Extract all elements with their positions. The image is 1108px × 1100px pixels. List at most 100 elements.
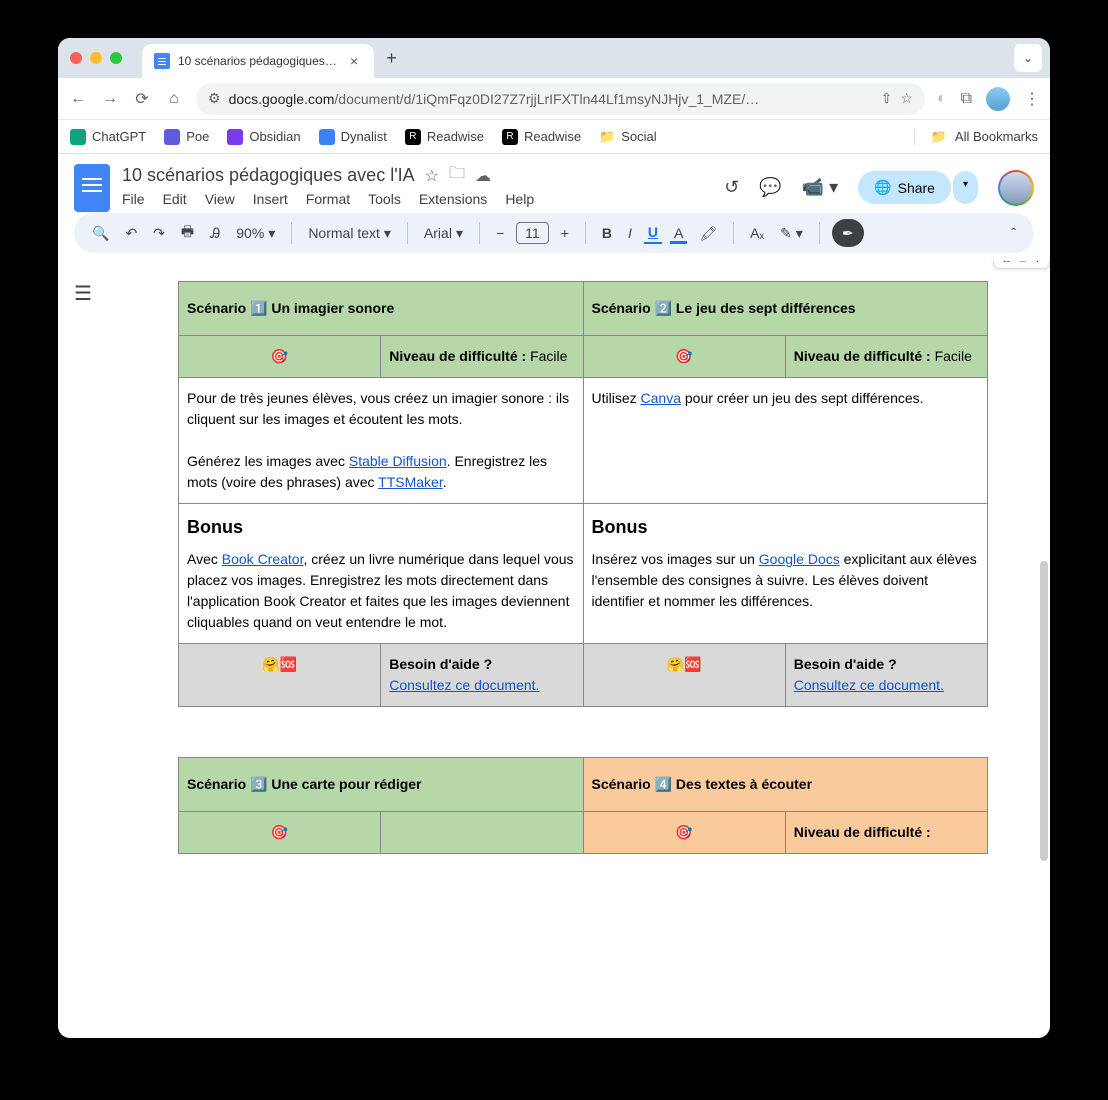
star-icon[interactable]: ☆ bbox=[425, 166, 439, 186]
maximize-window[interactable] bbox=[110, 52, 122, 64]
tab-strip: 10 scénarios pédagogiques a… × + ⌄ bbox=[58, 38, 1050, 78]
scenario-1-bonus: Bonus Avec Book Creator, créez un livre … bbox=[179, 504, 584, 644]
menu-insert[interactable]: Insert bbox=[253, 191, 288, 207]
search-icon[interactable]: 🔍 bbox=[88, 223, 113, 244]
increase-font[interactable]: + bbox=[557, 223, 573, 243]
highlight-button[interactable]: 🖍 bbox=[695, 223, 721, 244]
reload-button[interactable]: ⟳ bbox=[132, 89, 152, 109]
extension-icon[interactable]: ◐ bbox=[937, 90, 947, 108]
document-page[interactable]: ⠿≡+ Scénario 1️⃣ Un imagier sonore Scéna… bbox=[178, 261, 988, 1017]
extensions-menu-icon[interactable]: ⧉ bbox=[961, 90, 972, 108]
sos-icon: 🤗🆘 bbox=[179, 644, 381, 707]
share-url-icon[interactable]: ⇧ bbox=[881, 90, 893, 107]
link-stable-diffusion[interactable]: Stable Diffusion bbox=[349, 453, 447, 469]
spellcheck-icon[interactable]: Ꭿ bbox=[206, 223, 224, 244]
close-window[interactable] bbox=[70, 52, 82, 64]
redo-icon[interactable]: ↷ bbox=[149, 223, 169, 244]
meet-icon[interactable]: 📹 ▾ bbox=[802, 177, 838, 198]
menu-view[interactable]: View bbox=[205, 191, 235, 207]
back-button[interactable]: ← bbox=[68, 90, 88, 108]
drag-icon: ⠿ bbox=[1002, 261, 1011, 266]
profile-avatar[interactable] bbox=[986, 87, 1010, 111]
menu-extensions[interactable]: Extensions bbox=[419, 191, 487, 207]
address-bar: ← → ⟳ ⌂ ⚙ docs.google.com/document/d/1iQ… bbox=[58, 78, 1050, 120]
menu-format[interactable]: Format bbox=[306, 191, 350, 207]
table-options-toolbar[interactable]: ⠿≡+ bbox=[993, 261, 1050, 269]
target-icon: 🎯 bbox=[179, 336, 381, 378]
home-button[interactable]: ⌂ bbox=[164, 90, 184, 108]
bookmarks-bar: ChatGPT Poe Obsidian Dynalist RReadwise … bbox=[58, 120, 1050, 154]
traffic-lights bbox=[70, 52, 122, 64]
bookmark-chatgpt[interactable]: ChatGPT bbox=[70, 129, 146, 145]
collapse-toolbar-icon[interactable]: ˆ bbox=[1007, 223, 1020, 243]
decrease-font[interactable]: − bbox=[492, 223, 508, 243]
account-avatar[interactable] bbox=[998, 170, 1034, 206]
close-tab-icon[interactable]: × bbox=[346, 53, 362, 69]
difficulty-3 bbox=[381, 812, 583, 854]
zoom-select[interactable]: 90% ▾ bbox=[232, 223, 279, 244]
outline-toggle-icon[interactable]: ☰ bbox=[74, 281, 92, 1017]
share-button[interactable]: 🌐Share bbox=[858, 171, 951, 204]
bookmark-readwise1[interactable]: RReadwise bbox=[405, 129, 484, 145]
docs-logo[interactable] bbox=[74, 164, 110, 212]
tabs-dropdown[interactable]: ⌄ bbox=[1014, 44, 1042, 72]
clear-format-icon[interactable]: Aₓ bbox=[746, 223, 768, 243]
document-title[interactable]: 10 scénarios pédagogiques avec l'IA bbox=[122, 165, 415, 186]
new-tab-button[interactable]: + bbox=[374, 48, 409, 69]
print-icon[interactable]: 🖶 bbox=[177, 219, 198, 247]
forward-button[interactable]: → bbox=[100, 90, 120, 108]
scenario-1-title: Scénario 1️⃣ Un imagier sonore bbox=[179, 282, 584, 336]
font-size-input[interactable]: 11 bbox=[516, 222, 549, 244]
sos-icon: 🤗🆘 bbox=[583, 644, 785, 707]
bookmark-obsidian[interactable]: Obsidian bbox=[227, 129, 300, 145]
italic-button[interactable]: I bbox=[624, 223, 636, 243]
link-ttsmaker[interactable]: TTSMaker bbox=[378, 474, 443, 490]
font-select[interactable]: Arial ▾ bbox=[420, 223, 467, 244]
formatting-toolbar: 🔍 ↶ ↷ 🖶 Ꭿ 90% ▾ Normal text ▾ Arial ▾ − … bbox=[74, 213, 1034, 253]
all-bookmarks[interactable]: 📁All Bookmarks bbox=[914, 129, 1038, 145]
docs-header: 10 scénarios pédagogiques avec l'IA ☆ 🗀 … bbox=[58, 154, 1050, 213]
menu-tools[interactable]: Tools bbox=[368, 191, 401, 207]
help-1: Besoin d'aide ?Consultez ce document. bbox=[381, 644, 583, 707]
help-link-2[interactable]: Consultez ce document. bbox=[794, 677, 944, 693]
bold-button[interactable]: B bbox=[598, 223, 616, 243]
target-icon: 🎯 bbox=[583, 812, 785, 854]
link-bookcreator[interactable]: Book Creator bbox=[222, 551, 304, 567]
menu-edit[interactable]: Edit bbox=[163, 191, 187, 207]
difficulty-1: Niveau de difficulté : Facile bbox=[381, 336, 583, 378]
underline-button[interactable]: U bbox=[644, 222, 662, 244]
link-canva[interactable]: Canva bbox=[641, 390, 681, 406]
link-googledocs[interactable]: Google Docs bbox=[759, 551, 840, 567]
docs-favicon bbox=[154, 53, 170, 69]
undo-icon[interactable]: ↶ bbox=[121, 223, 141, 244]
folder-icon: 📁 bbox=[931, 129, 947, 145]
menu-file[interactable]: File bbox=[122, 191, 145, 207]
sort-icon: ≡ bbox=[1019, 261, 1026, 266]
share-dropdown[interactable]: ▾ bbox=[953, 171, 978, 204]
browser-tab[interactable]: 10 scénarios pédagogiques a… × bbox=[142, 44, 374, 78]
cloud-status-icon[interactable]: ☁ bbox=[475, 166, 491, 186]
bookmark-social[interactable]: 📁Social bbox=[599, 129, 657, 145]
more-format-icon[interactable]: ✎ ▾ bbox=[776, 223, 807, 244]
comments-icon[interactable]: 💬 bbox=[759, 177, 781, 198]
menu-help[interactable]: Help bbox=[505, 191, 534, 207]
site-info-icon[interactable]: ⚙ bbox=[208, 90, 221, 107]
url-input[interactable]: ⚙ docs.google.com/document/d/1iQmFqz0DI2… bbox=[196, 83, 925, 115]
scenario-2-bonus: Bonus Insérez vos images sur un Google D… bbox=[583, 504, 988, 644]
scenario-2-title: Scénario 2️⃣ Le jeu des sept différences bbox=[583, 282, 988, 336]
text-color-button[interactable]: A bbox=[670, 223, 687, 244]
vertical-scrollbar[interactable] bbox=[1040, 561, 1048, 861]
history-icon[interactable]: ↺ bbox=[724, 177, 739, 198]
help-link-1[interactable]: Consultez ce document. bbox=[389, 677, 539, 693]
style-select[interactable]: Normal text ▾ bbox=[304, 223, 395, 244]
move-icon[interactable]: 🗀 bbox=[449, 162, 465, 189]
scenarios-table-2: Scénario 3️⃣ Une carte pour rédiger Scén… bbox=[178, 757, 988, 854]
bookmark-star-icon[interactable]: ☆ bbox=[900, 90, 913, 107]
bookmark-poe[interactable]: Poe bbox=[164, 129, 209, 145]
browser-menu-icon[interactable]: ⋮ bbox=[1024, 89, 1040, 109]
minimize-window[interactable] bbox=[90, 52, 102, 64]
bookmark-dynalist[interactable]: Dynalist bbox=[319, 129, 387, 145]
bookmark-readwise2[interactable]: RReadwise bbox=[502, 129, 581, 145]
document-canvas: ☰ ⠿≡+ Scénario 1️⃣ Un imagier sonore Scé… bbox=[58, 261, 1050, 1017]
editing-mode-button[interactable]: ✒ bbox=[832, 219, 864, 247]
